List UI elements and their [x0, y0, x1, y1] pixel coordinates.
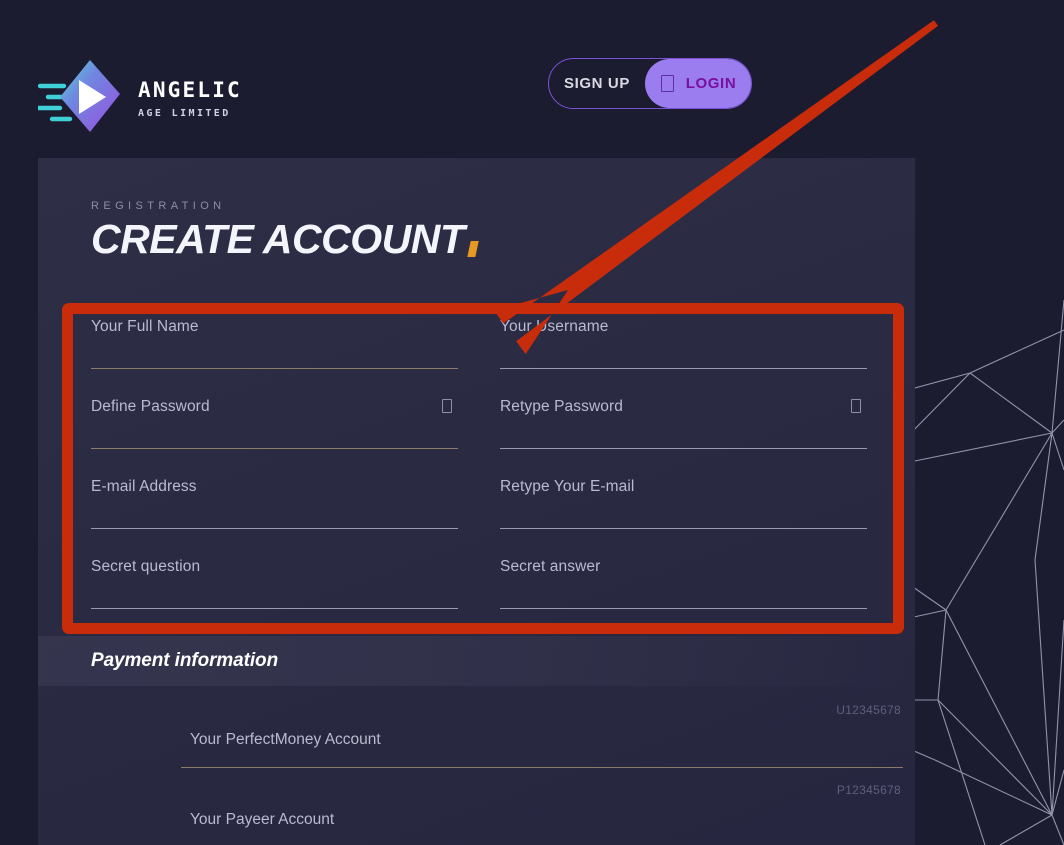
field-underline	[91, 448, 458, 449]
form-field[interactable]: Your Username	[500, 308, 867, 388]
login-button[interactable]: LOGIN	[645, 59, 751, 108]
field-label: Retype Your E-mail	[500, 478, 635, 495]
field-underline	[500, 368, 867, 369]
form-field[interactable]: E-mail Address	[91, 468, 458, 548]
field-underline	[500, 608, 867, 609]
field-underline	[91, 368, 458, 369]
field-underline	[500, 448, 867, 449]
field-label: Secret question	[91, 558, 201, 575]
lock-icon	[660, 75, 674, 92]
signup-form: Your Full Name Your Username Define Passwo…	[91, 308, 867, 628]
card-heading: REGISTRATION CREATE ACCOUNT	[91, 200, 480, 262]
eye-icon[interactable]	[851, 399, 861, 413]
payment-field[interactable]: P12345678 Your Payeer Account	[181, 778, 903, 845]
field-label: Secret answer	[500, 558, 601, 575]
site-header: ANGELIC AGE LIMITED SIGN UP LOGIN	[0, 0, 1064, 158]
title-accent-mark	[467, 241, 480, 257]
payment-section-heading: Payment information	[91, 650, 279, 671]
page-title-text: CREATE ACCOUNT	[91, 216, 465, 262]
auth-toggle[interactable]: SIGN UP LOGIN	[548, 58, 752, 109]
play-diamond-logo-icon	[38, 60, 120, 132]
field-label: Your Full Name	[91, 318, 199, 335]
payment-field-hint: P12345678	[836, 783, 901, 797]
form-field[interactable]: Secret answer	[500, 548, 867, 628]
payment-field[interactable]: U12345678 Your PerfectMoney Account	[181, 698, 903, 778]
page-title: CREATE ACCOUNT	[91, 216, 480, 262]
signup-button[interactable]: SIGN UP	[549, 59, 645, 108]
registration-page: ANGELIC AGE LIMITED SIGN UP LOGIN REGIST…	[0, 0, 1064, 845]
eye-icon[interactable]	[442, 399, 452, 413]
field-underline	[500, 528, 867, 529]
payment-field-hint: U12345678	[836, 703, 901, 717]
field-underline	[91, 608, 458, 609]
brand-name: ANGELIC	[138, 77, 242, 102]
payment-field-label: Your Payeer Account	[190, 811, 335, 828]
payment-field-label: Your PerfectMoney Account	[190, 731, 381, 748]
registration-card: REGISTRATION CREATE ACCOUNT Your Full Na…	[38, 158, 915, 845]
brand-tagline: AGE LIMITED	[138, 107, 231, 119]
field-label: Your Username	[500, 318, 609, 335]
payment-field-underline	[181, 767, 903, 768]
form-field[interactable]: Your Full Name	[91, 308, 458, 388]
field-underline	[91, 528, 458, 529]
eyebrow-label: REGISTRATION	[91, 200, 226, 212]
brand-logo[interactable]: ANGELIC AGE LIMITED	[38, 56, 242, 138]
form-field[interactable]: Retype Password	[500, 388, 867, 468]
field-label: Retype Password	[500, 398, 623, 415]
field-label: Define Password	[91, 398, 210, 415]
form-field[interactable]: Define Password	[91, 388, 458, 468]
login-label: LOGIN	[685, 75, 737, 92]
payment-form: U12345678 Your PerfectMoney Account P12345…	[181, 698, 903, 845]
form-field[interactable]: Secret question	[91, 548, 458, 628]
form-field[interactable]: Retype Your E-mail	[500, 468, 867, 548]
field-label: E-mail Address	[91, 478, 197, 495]
